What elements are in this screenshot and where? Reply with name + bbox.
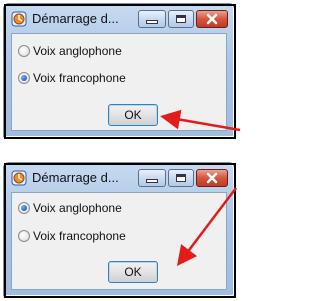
arrow-to-ok-button-2 — [176, 187, 237, 266]
arrow-annotation — [160, 109, 241, 266]
arrow-to-ok-button-1 — [160, 109, 241, 132]
